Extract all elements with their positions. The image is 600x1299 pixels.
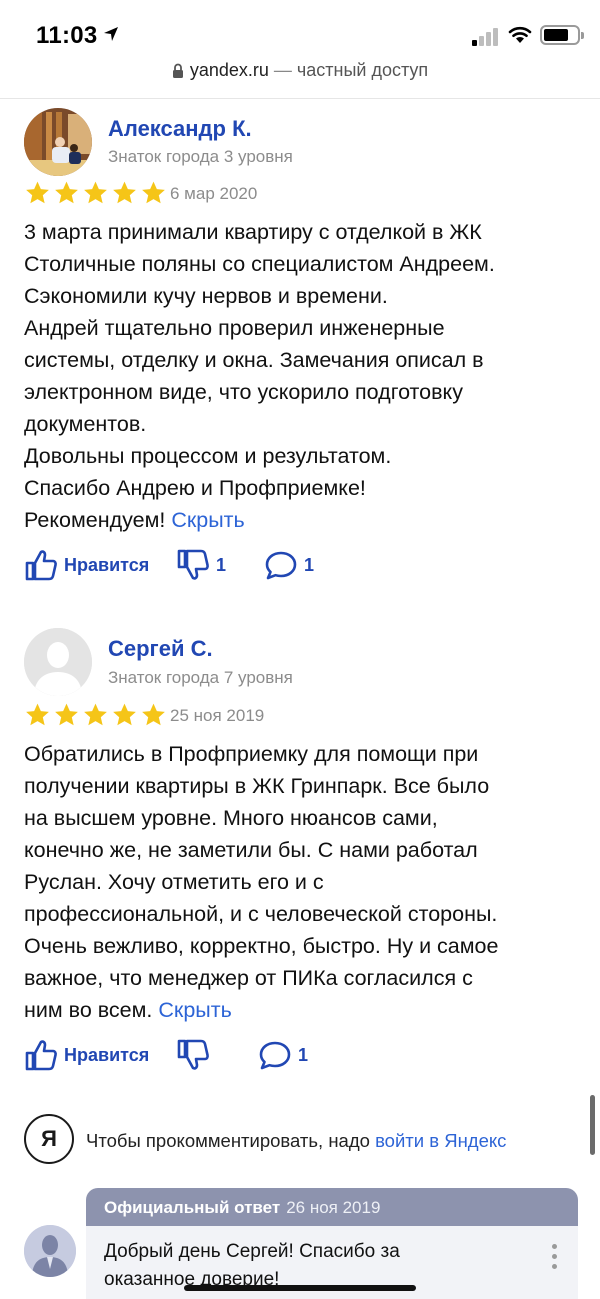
review-text-line: Столичные поляны со специалистом Андреем…	[24, 252, 495, 276]
star-icon	[55, 181, 78, 204]
review-author-level: Знаток города 3 уровня	[108, 147, 293, 166]
hide-review-link[interactable]: Скрыть	[171, 508, 244, 532]
like-label: Нравится	[64, 554, 150, 575]
star-icon	[26, 181, 49, 204]
dislike-button[interactable]	[176, 1038, 210, 1072]
star-icon	[142, 703, 165, 726]
star-icon	[55, 703, 78, 726]
review-text-line: Очень вежливо, корректно, быстро. Ну и с…	[24, 934, 499, 958]
like-button[interactable]: Нравится	[24, 1038, 149, 1072]
hide-review-link[interactable]: Скрыть	[158, 998, 231, 1022]
review-actions: Нравится 1	[24, 1038, 584, 1078]
review-text-line: на высшем уровне. Много нюансов сами,	[24, 806, 438, 830]
cellular-signal-icon	[472, 26, 500, 46]
location-arrow-icon	[104, 27, 118, 41]
divider	[0, 98, 600, 99]
dislike-count: 1	[216, 554, 227, 575]
more-options-icon[interactable]	[552, 1244, 558, 1274]
comment-icon	[259, 1041, 291, 1070]
review-text-line: Спасибо Андрею и Профприемке!	[24, 476, 366, 500]
comment-button[interactable]: 1	[264, 548, 314, 582]
url-separator: —	[268, 60, 297, 80]
review-text-line: Сэкономили кучу нервов и времени.	[24, 284, 388, 308]
dislike-button[interactable]: 1	[176, 548, 226, 582]
status-bar: 11:03	[0, 0, 600, 60]
comment-count: 1	[298, 1044, 309, 1065]
review-text: Обратились в Профприемку для помощи при …	[24, 738, 580, 1026]
review-text-line: ним во всем.	[24, 998, 153, 1022]
thumbs-down-icon	[177, 1039, 209, 1070]
thumbs-down-icon	[177, 549, 209, 580]
battery-icon	[540, 25, 584, 45]
scrollbar[interactable]	[590, 1095, 595, 1155]
star-icon	[84, 181, 107, 204]
comment-icon	[265, 551, 297, 580]
star-icon	[84, 703, 107, 726]
review-text: 3 марта принимали квартиру с отделкой в …	[24, 216, 580, 536]
thumbs-up-icon	[25, 1040, 57, 1071]
official-answer-date: 26 ноя 2019	[286, 1198, 381, 1217]
login-prompt-text: Чтобы прокомментировать, надо войти в Ян…	[86, 1130, 506, 1152]
url-domain: yandex.ru	[189, 60, 269, 80]
wifi-icon	[508, 26, 532, 43]
review-text-line: Руслан. Хочу отметить его и с	[24, 870, 324, 894]
review-text-line: профессиональной, и с человеческой сторо…	[24, 902, 498, 926]
comment-count: 1	[304, 554, 315, 575]
review-actions: Нравится 1 1	[24, 548, 584, 588]
thumbs-up-icon	[25, 550, 57, 581]
yandex-logo-icon: Я	[24, 1114, 74, 1164]
review-text-line: Довольны процессом и результатом.	[24, 444, 392, 468]
official-answer-label: Официальный ответ	[104, 1198, 281, 1217]
review-text-line: получении квартиры в ЖК Гринпарк. Все бы…	[24, 774, 490, 798]
official-answer-text: Добрый день Сергей! Спасибо за оказанное…	[86, 1226, 578, 1294]
comment-button[interactable]: 1	[258, 1038, 308, 1072]
star-icon	[142, 181, 165, 204]
rating-stars	[24, 180, 167, 206]
home-indicator[interactable]	[184, 1285, 416, 1291]
avatar[interactable]	[24, 108, 92, 176]
review-date: 25 ноя 2019	[170, 706, 265, 725]
official-answer-line: Добрый день Сергей! Спасибо за	[104, 1241, 400, 1262]
rating-stars	[24, 702, 167, 728]
login-link[interactable]: войти в Яндекс	[375, 1130, 506, 1151]
star-icon	[113, 181, 136, 204]
official-avatar	[24, 1225, 76, 1277]
review-text-last-line: ним во всем. Скрыть	[24, 994, 580, 1026]
login-prompt-label: Чтобы прокомментировать, надо	[86, 1130, 376, 1151]
login-to-comment: Я Чтобы прокомментировать, надо войти в …	[24, 1114, 584, 1166]
status-time: 11:03	[36, 22, 98, 49]
review-text-line: документов.	[24, 412, 147, 436]
official-answer-card: Официальный ответ 26 ноя 2019 Добрый день…	[86, 1188, 578, 1299]
review-text-line: Обратились в Профприемку для помощи при	[24, 742, 479, 766]
review-text-line: Рекомендуем!	[24, 508, 166, 532]
review-text-line: электронном виде, что ускорило подготовк…	[24, 380, 463, 404]
like-label: Нравится	[64, 1044, 150, 1065]
review-author-level: Знаток города 7 уровня	[108, 668, 293, 687]
lock-icon	[172, 63, 183, 79]
review-text-last-line: Рекомендуем! Скрыть	[24, 504, 580, 536]
review-text-line: 3 марта принимали квартиру с отделкой в …	[24, 220, 482, 244]
address-bar[interactable]: yandex.ru — частный доступ	[0, 60, 600, 96]
official-answer-header: Официальный ответ 26 ноя 2019	[86, 1188, 578, 1226]
avatar[interactable]	[24, 628, 92, 696]
review-text-line: конечно же, не заметили бы. С нами работ…	[24, 838, 478, 862]
star-icon	[26, 703, 49, 726]
review-text-line: Андрей тщательно проверил инженерные	[24, 316, 445, 340]
review-text-line: важное, что менеджер от ПИКа согласился …	[24, 966, 473, 990]
review-date: 6 мар 2020	[170, 184, 258, 203]
review-text-line: системы, отделку и окна. Замечания описа…	[24, 348, 484, 372]
like-button[interactable]: Нравится	[24, 548, 149, 582]
review-author[interactable]: Сергей С.	[108, 636, 213, 662]
star-icon	[113, 703, 136, 726]
review-author[interactable]: Александр К.	[108, 116, 252, 142]
private-access-label: частный доступ	[296, 60, 429, 80]
